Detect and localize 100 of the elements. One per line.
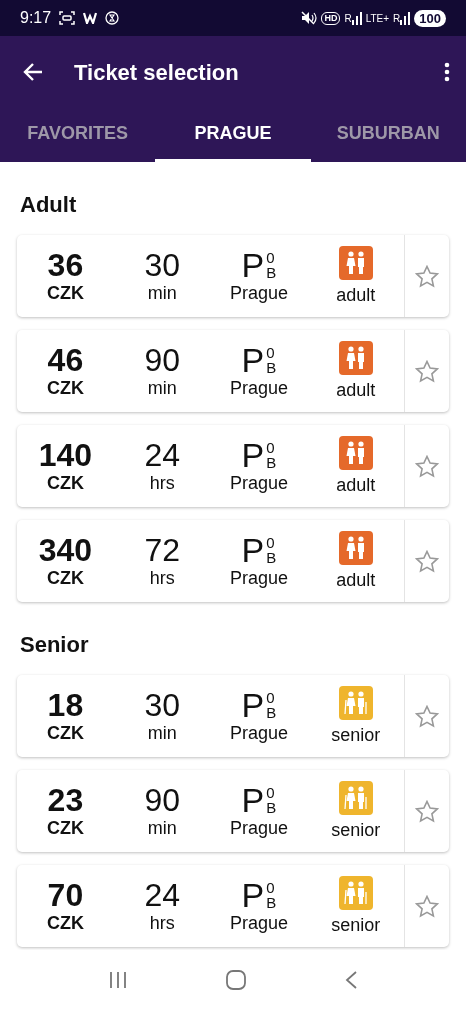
recent-apps-icon[interactable] bbox=[108, 971, 129, 989]
seniors-icon bbox=[338, 876, 373, 910]
zone-subscript: B bbox=[266, 265, 277, 280]
zone-letter: P bbox=[241, 248, 265, 282]
zone-letter: P bbox=[241, 438, 265, 472]
zone-subscript: B bbox=[266, 360, 277, 375]
signal-icon bbox=[400, 10, 411, 25]
passenger-type: adult bbox=[336, 379, 376, 401]
zone-letter: P bbox=[241, 343, 265, 377]
ticket-price: 23 bbox=[47, 783, 84, 817]
ticket-duration: 90 bbox=[144, 783, 180, 817]
section-heading: Adult bbox=[20, 191, 78, 219]
back-arrow-icon[interactable] bbox=[22, 62, 44, 82]
zone-subscript: B bbox=[266, 895, 277, 910]
zone-superscript: 0 bbox=[266, 785, 276, 800]
favorite-star-icon[interactable] bbox=[415, 359, 440, 383]
duration-unit: hrs bbox=[149, 567, 175, 589]
currency-label: CZK bbox=[46, 722, 84, 744]
duration-unit: hrs bbox=[149, 912, 175, 934]
currency-label: CZK bbox=[46, 282, 84, 304]
section-heading: Senior bbox=[20, 631, 90, 659]
ticket-price: 36 bbox=[47, 248, 84, 282]
zone-letter: P bbox=[241, 533, 265, 567]
zone-letter: P bbox=[241, 878, 265, 912]
status-time: 9:17 bbox=[20, 8, 52, 28]
network-type: LTE+ bbox=[365, 11, 390, 26]
favorite-star-icon[interactable] bbox=[415, 549, 440, 573]
ticket-price: 70 bbox=[47, 878, 84, 912]
zone-subscript: B bbox=[266, 455, 277, 470]
screen-title: Ticket selection bbox=[74, 58, 240, 87]
ticket-duration: 24 bbox=[144, 438, 180, 472]
zone-name: Prague bbox=[229, 377, 288, 399]
zone-superscript: 0 bbox=[266, 880, 276, 895]
duration-unit: min bbox=[147, 377, 177, 399]
ticket-price: 140 bbox=[38, 438, 93, 472]
passenger-type: senior bbox=[331, 914, 381, 936]
passengers-icon bbox=[338, 436, 373, 470]
tab[interactable]: PRAGUE bbox=[155, 108, 311, 162]
passenger-type: senior bbox=[331, 724, 381, 746]
zone-letter: P bbox=[241, 688, 265, 722]
passenger-type: senior bbox=[331, 819, 381, 841]
roaming-indicator: R bbox=[393, 11, 401, 26]
zone-name: Prague bbox=[229, 282, 288, 304]
zone-name: Prague bbox=[229, 912, 288, 934]
tab[interactable]: SUBURBAN bbox=[310, 108, 466, 162]
currency-label: CZK bbox=[46, 817, 84, 839]
seniors-icon bbox=[338, 781, 373, 815]
favorite-star-icon[interactable] bbox=[415, 264, 440, 288]
favorite-star-icon[interactable] bbox=[415, 894, 440, 918]
currency-label: CZK bbox=[46, 377, 84, 399]
signal-icon bbox=[351, 10, 362, 25]
zone-subscript: B bbox=[266, 705, 277, 720]
currency-label: CZK bbox=[46, 567, 84, 589]
tab[interactable]: FAVORITES bbox=[0, 108, 156, 162]
passengers-icon bbox=[338, 341, 373, 375]
back-icon[interactable] bbox=[343, 970, 358, 990]
ticket-duration: 72 bbox=[144, 533, 180, 567]
zone-superscript: 0 bbox=[266, 250, 276, 265]
ticket-duration: 30 bbox=[144, 248, 180, 282]
favorite-star-icon[interactable] bbox=[415, 799, 440, 823]
ticket-price: 46 bbox=[47, 343, 84, 377]
screenshot-icon bbox=[59, 11, 76, 25]
zone-subscript: B bbox=[266, 550, 277, 565]
duration-unit: min bbox=[147, 722, 177, 744]
passengers-icon bbox=[338, 246, 373, 280]
zone-name: Prague bbox=[229, 567, 288, 589]
zone-subscript: B bbox=[266, 800, 277, 815]
zone-name: Prague bbox=[229, 472, 288, 494]
favorite-star-icon[interactable] bbox=[415, 704, 440, 728]
ticket-price: 340 bbox=[38, 533, 93, 567]
zone-letter: P bbox=[241, 783, 265, 817]
mute-icon bbox=[301, 11, 318, 25]
home-icon[interactable] bbox=[225, 969, 247, 991]
currency-label: CZK bbox=[46, 472, 84, 494]
favorite-star-icon[interactable] bbox=[415, 454, 440, 478]
passenger-type: adult bbox=[336, 284, 376, 306]
seniors-icon bbox=[338, 686, 373, 720]
roaming-indicator: R bbox=[344, 11, 352, 26]
zone-name: Prague bbox=[229, 722, 288, 744]
zone-superscript: 0 bbox=[266, 440, 276, 455]
more-options-icon[interactable] bbox=[444, 62, 450, 82]
ticket-duration: 90 bbox=[144, 343, 180, 377]
duration-unit: min bbox=[147, 817, 177, 839]
duration-unit: hrs bbox=[149, 472, 175, 494]
duration-unit: min bbox=[147, 282, 177, 304]
passenger-type: adult bbox=[336, 569, 376, 591]
ticket-duration: 30 bbox=[144, 688, 180, 722]
zone-superscript: 0 bbox=[266, 535, 276, 550]
hd-indicator: HD bbox=[321, 11, 341, 25]
zone-superscript: 0 bbox=[266, 690, 276, 705]
zone-name: Prague bbox=[229, 817, 288, 839]
zone-superscript: 0 bbox=[266, 345, 276, 360]
w-logo-icon bbox=[83, 12, 98, 24]
currency-label: CZK bbox=[46, 912, 84, 934]
passenger-type: adult bbox=[336, 474, 376, 496]
battery-level: 100 bbox=[414, 9, 446, 27]
ticket-duration: 24 bbox=[144, 878, 180, 912]
timer-icon bbox=[105, 11, 120, 25]
ticket-price: 18 bbox=[47, 688, 84, 722]
passengers-icon bbox=[338, 531, 373, 565]
